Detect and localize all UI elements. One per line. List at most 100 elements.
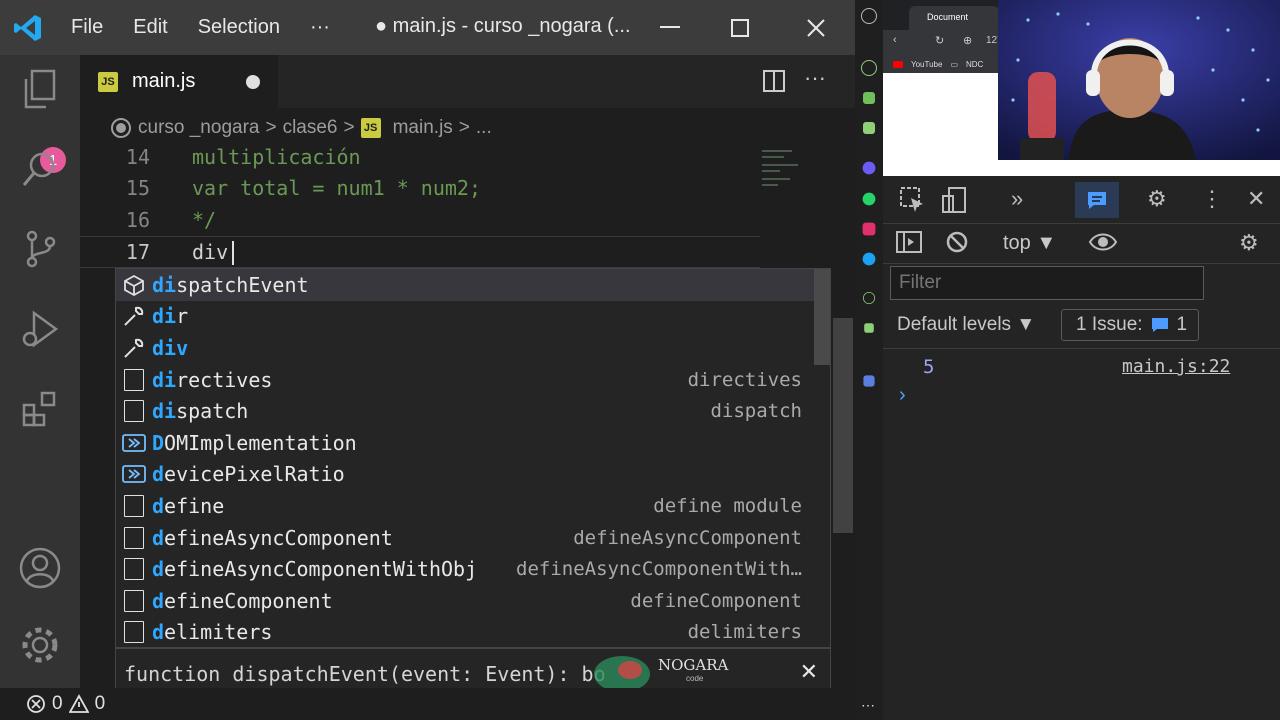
suggestion-item[interactable]: dispatch dispatch <box>116 395 816 427</box>
bookmark-ndc[interactable]: NDC <box>966 60 983 69</box>
box-icon <box>116 400 152 423</box>
suggestion-match: di <box>152 367 177 392</box>
warning-icon[interactable] <box>68 694 89 714</box>
cube-icon <box>116 274 152 296</box>
log-levels-dropdown[interactable]: Default levels ▼ <box>897 314 1035 336</box>
watermark-brand: NOGARA <box>658 656 729 674</box>
bookmark-youtube[interactable]: YouTube <box>911 60 942 69</box>
circle-icon <box>111 118 131 138</box>
breadcrumb-separator: > <box>265 117 277 138</box>
suggestion-match: di <box>152 304 177 329</box>
current-code-line: 17 div <box>80 236 760 268</box>
maximize-button[interactable] <box>710 8 770 48</box>
device-toolbar-icon[interactable] <box>941 186 967 220</box>
more-tabs-icon[interactable]: » <box>1011 186 1023 212</box>
close-devtools-icon[interactable]: ✕ <box>1247 186 1265 212</box>
suggestion-item[interactable]: delimiters delimiters <box>116 617 816 647</box>
extensions-icon[interactable] <box>14 383 66 435</box>
suggestion-item[interactable]: defineAsyncComponent defineAsyncComponent <box>116 522 816 554</box>
more-actions-icon[interactable]: ··· <box>804 65 826 91</box>
suggestion-item[interactable]: dispatchEvent <box>116 269 816 301</box>
wrench-icon <box>116 304 152 328</box>
tab-main-js[interactable]: JS main.js <box>80 55 278 108</box>
console-settings-gear-icon[interactable]: ⚙ <box>1239 230 1259 256</box>
suggestion-label: defineComponent <box>152 589 333 613</box>
error-count[interactable]: 0 <box>52 693 63 715</box>
error-icon[interactable] <box>26 694 46 714</box>
instagram-icon[interactable] <box>862 222 876 236</box>
console-tab-icon[interactable] <box>1075 182 1119 218</box>
suggestion-label: defineAsyncComponent <box>152 526 393 550</box>
suggestion-widget: delimiters delimiters defineComponent defin… <box>115 268 831 648</box>
speed-dial-icon[interactable] <box>861 60 877 76</box>
opera-logo-icon[interactable] <box>861 8 877 24</box>
twitch-icon[interactable] <box>863 122 875 134</box>
explorer-icon[interactable] <box>14 63 66 115</box>
issues-button[interactable]: 1 Issue: 1 <box>1061 309 1199 341</box>
menu-edit[interactable]: Edit <box>118 16 182 39</box>
messenger-icon[interactable] <box>862 161 876 175</box>
context-selector[interactable]: top ▼ <box>1003 232 1056 255</box>
console-prompt[interactable]: › <box>899 384 906 407</box>
suggestion-match: D <box>152 430 165 455</box>
suggestion-item[interactable]: devicePixelRatio <box>116 459 816 491</box>
inspect-element-icon[interactable] <box>899 186 925 218</box>
suggestion-item[interactable]: directives directives <box>116 364 816 396</box>
issues-label: 1 Issue: <box>1076 314 1143 335</box>
suggestion-item[interactable]: DOMImplementation <box>116 427 816 459</box>
source-control-icon[interactable] <box>14 223 66 275</box>
search-icon[interactable] <box>14 143 66 195</box>
sidebar-toggle-icon[interactable] <box>895 230 923 260</box>
kebab-menu-icon[interactable]: ⋮ <box>1201 186 1223 212</box>
minimap[interactable] <box>760 146 820 191</box>
suggestion-item[interactable]: define define module <box>116 490 816 522</box>
suggestion-item[interactable]: defineComponent defineComponent <box>116 585 816 617</box>
settings-gear-icon[interactable] <box>14 619 66 671</box>
menu-more[interactable]: ··· <box>295 16 345 39</box>
watermark-sub: code <box>686 674 704 683</box>
unsaved-dot-icon[interactable] <box>246 75 260 89</box>
back-icon[interactable]: ‹ <box>893 34 897 46</box>
suggestion-scrollbar[interactable] <box>814 269 830 365</box>
bag-icon[interactable] <box>863 92 875 104</box>
suggestion-item[interactable]: dir <box>116 301 816 333</box>
suggestion-match: di <box>152 272 177 297</box>
minimize-button[interactable] <box>640 8 700 48</box>
box-icon <box>116 558 152 581</box>
warning-count[interactable]: 0 <box>95 693 106 715</box>
suggestion-detail: dispatch <box>710 400 802 423</box>
close-window-button[interactable] <box>786 8 846 48</box>
account-icon[interactable] <box>14 542 66 594</box>
suggestion-rest: evicePixelRatio <box>164 462 345 487</box>
extension-icon[interactable] <box>864 323 874 333</box>
history-icon[interactable] <box>863 292 875 304</box>
console-log-value: 5 <box>923 356 935 378</box>
suggestion-label: div <box>152 336 188 360</box>
console-toolbar: top ▼ ⚙ <box>883 224 1280 264</box>
breadcrumb-subfolder[interactable]: clase6 <box>283 117 338 139</box>
breadcrumb-more[interactable]: ... <box>476 117 492 139</box>
suggestion-rest: spatch <box>176 399 249 424</box>
js-file-icon: JS <box>360 118 381 138</box>
run-debug-icon[interactable] <box>14 303 66 355</box>
settings-gear-icon[interactable]: ⚙ <box>1147 186 1167 212</box>
wallet-icon[interactable] <box>863 375 875 387</box>
breadcrumb-folder[interactable]: curso _nogara <box>138 117 259 139</box>
console-log-source-link[interactable]: main.js:22 <box>1122 356 1230 377</box>
whatsapp-icon[interactable] <box>862 192 876 206</box>
editor-scrollbar[interactable] <box>833 318 853 533</box>
split-editor-icon[interactable] <box>762 69 786 98</box>
filter-input[interactable] <box>890 266 1204 300</box>
reload-icon[interactable]: ↻ <box>935 34 944 47</box>
eye-icon[interactable] <box>1088 228 1118 262</box>
menu-selection[interactable]: Selection <box>183 16 295 39</box>
menu-file[interactable]: File <box>56 16 118 39</box>
browser-tab[interactable]: Document <box>909 6 999 30</box>
close-details-button[interactable]: ✕ <box>800 659 818 685</box>
twitter-icon[interactable] <box>862 252 876 266</box>
breadcrumb-file[interactable]: main.js <box>393 117 453 139</box>
suggestion-item[interactable]: defineAsyncComponentWithObj defineAsyncCo… <box>116 553 816 585</box>
clear-console-icon[interactable] <box>945 230 969 260</box>
more-sidebar-icon[interactable]: ⋯ <box>861 698 877 716</box>
suggestion-item[interactable]: div <box>116 332 816 364</box>
